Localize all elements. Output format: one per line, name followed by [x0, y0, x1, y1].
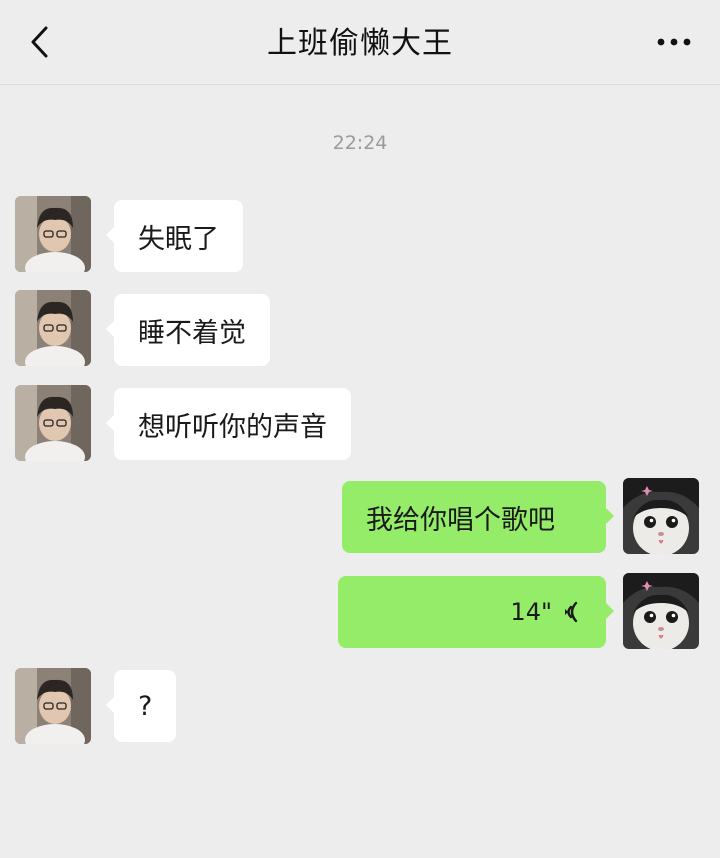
more-dots-icon — [657, 38, 691, 46]
contact-avatar[interactable] — [15, 385, 91, 461]
contact-avatar[interactable] — [15, 196, 91, 272]
message-bubble-incoming[interactable]: ? — [105, 670, 177, 742]
message-timestamp: 22:24 — [332, 132, 388, 154]
more-button[interactable] — [654, 26, 694, 58]
message-text: 睡不着觉 — [138, 317, 246, 349]
message-text: 我给你唱个歌吧 — [366, 504, 555, 536]
voice-wave-icon — [565, 601, 578, 623]
message-text: 失眠了 — [138, 223, 219, 255]
my-avatar[interactable] — [623, 478, 699, 554]
message-bubble-outgoing[interactable]: 我给你唱个歌吧 — [342, 481, 614, 553]
voice-message-bubble[interactable]: 14" — [338, 576, 614, 648]
chat-screen: 上班偷懒大王 22:24 失眠了 睡不着觉 想听听你的声音 我给你唱个歌吧 14… — [0, 0, 720, 858]
chat-title: 上班偷懒大王 — [267, 26, 453, 61]
contact-avatar[interactable] — [15, 290, 91, 366]
message-text: ? — [138, 690, 153, 722]
voice-duration: 14" — [510, 598, 552, 626]
my-avatar[interactable] — [623, 573, 699, 649]
contact-avatar[interactable] — [15, 668, 91, 744]
message-bubble-incoming[interactable]: 睡不着觉 — [106, 294, 270, 366]
message-text: 想听听你的声音 — [138, 411, 327, 443]
chat-header: 上班偷懒大王 — [0, 0, 720, 85]
message-bubble-incoming[interactable]: 想听听你的声音 — [106, 388, 351, 460]
message-bubble-incoming[interactable]: 失眠了 — [106, 200, 243, 272]
